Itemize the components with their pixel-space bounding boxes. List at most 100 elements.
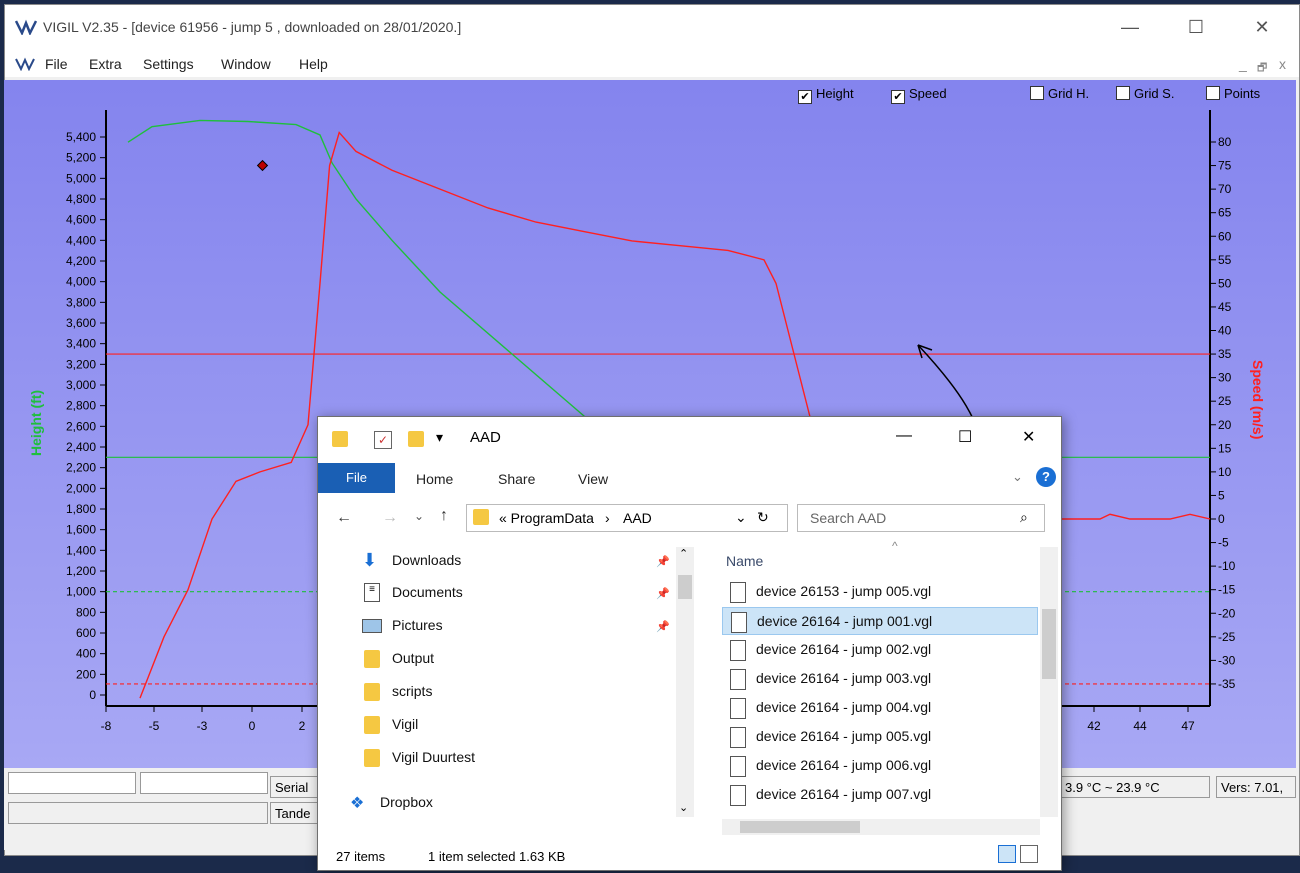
scroll-up-icon[interactable]: ⌃ [679, 547, 688, 560]
speed-tick-label: 20 [1218, 418, 1232, 432]
file-icon [730, 698, 746, 719]
speed-tick-label: 70 [1218, 182, 1232, 196]
tab-view[interactable]: View [578, 471, 608, 487]
back-arrow-icon[interactable]: ← [336, 509, 352, 527]
forward-arrow-icon[interactable]: → [382, 509, 398, 527]
nav-scroll-thumb[interactable] [678, 575, 692, 599]
file-icon [730, 756, 746, 777]
nav-pictures[interactable]: Pictures [392, 617, 443, 633]
file-row[interactable]: device 26164 - jump 004.vgl [722, 694, 1038, 722]
refresh-icon[interactable]: ↻ [757, 509, 769, 526]
vigil-duurtest-folder-icon [364, 749, 380, 767]
pin-icon[interactable]: 📌 [656, 620, 670, 633]
speed-tick-label: -20 [1218, 606, 1236, 620]
up-arrow-icon[interactable]: ↑ [440, 507, 448, 525]
search-box[interactable]: Search AAD ⌕ [797, 504, 1045, 532]
h-scroll-thumb[interactable] [740, 821, 860, 833]
nav-vigil[interactable]: Vigil [392, 716, 418, 732]
ribbon-expand-icon[interactable]: ⌄ [1012, 469, 1023, 485]
help-icon[interactable]: ? [1036, 467, 1056, 487]
height-tick-label: 5,400 [66, 130, 96, 144]
details-view-icon[interactable] [998, 845, 1016, 863]
nav-dropbox[interactable]: Dropbox [380, 794, 433, 810]
address-folder-icon [473, 509, 489, 525]
file-row[interactable]: device 26164 - jump 006.vgl [722, 752, 1038, 780]
item-count: 27 items [336, 849, 386, 864]
breadcrumb-aad[interactable]: AAD [623, 510, 652, 526]
height-tick-label: 4,200 [66, 254, 96, 268]
vigil-folder-icon [364, 716, 380, 734]
file-name: device 26153 - jump 005.vgl [756, 583, 932, 599]
file-row[interactable]: device 26164 - jump 002.vgl [722, 636, 1038, 664]
tande-label: Tande [270, 802, 320, 824]
height-tick-label: 4,800 [66, 192, 96, 206]
breadcrumb-programdata[interactable]: « ProgramData [499, 510, 594, 526]
breadcrumb-separator-icon: › [605, 510, 610, 526]
x-tick-label: 42 [1087, 719, 1101, 733]
speed-tick-label: 0 [1218, 512, 1225, 526]
explorer-window: ✓ ▾ AAD — ☐ ✕ File Home Share View ⌄ ? ←… [317, 416, 1062, 871]
tab-share[interactable]: Share [498, 471, 535, 487]
speed-axis-label: Speed (m/s) [1250, 360, 1266, 440]
file-row[interactable]: device 26164 - jump 005.vgl [722, 723, 1038, 751]
height-tick-label: 1,800 [66, 502, 96, 516]
file-row[interactable]: device 26164 - jump 007.vgl [722, 781, 1038, 809]
scroll-down-icon[interactable]: ⌄ [679, 801, 688, 814]
height-tick-label: 1,000 [66, 585, 96, 599]
speed-tick-label: -15 [1218, 583, 1236, 597]
height-tick-label: 600 [76, 626, 96, 640]
nav-scrollbar[interactable]: ⌃ ⌄ [676, 547, 694, 817]
properties-icon[interactable]: ✓ [374, 431, 392, 449]
pin-icon[interactable]: 📌 [656, 555, 670, 568]
search-icon[interactable]: ⌕ [1020, 509, 1028, 526]
name-column-header[interactable]: Name [726, 553, 763, 569]
large-icons-view-icon[interactable] [1020, 845, 1038, 863]
speed-tick-label: -10 [1218, 559, 1236, 573]
address-dropdown-icon[interactable]: ⌄ [735, 509, 747, 526]
pin-icon[interactable]: 📌 [656, 587, 670, 600]
dropbox-icon: ❖ [350, 795, 365, 812]
search-input[interactable]: Search AAD [810, 510, 886, 526]
explorer-minimize-button[interactable]: — [896, 427, 912, 445]
nav-vigil-duurtest[interactable]: Vigil Duurtest [392, 749, 475, 765]
file-name: device 26164 - jump 006.vgl [756, 757, 932, 773]
speed-tick-label: 55 [1218, 253, 1232, 267]
file-scrollbar[interactable] [1040, 547, 1058, 817]
serial-label: Serial [270, 776, 320, 798]
horizontal-scrollbar[interactable] [722, 819, 1040, 835]
x-tick-label: -5 [149, 719, 160, 733]
version-readout: Vers: 7.01, [1216, 776, 1296, 798]
speed-tick-label: -35 [1218, 677, 1236, 691]
tab-home[interactable]: Home [416, 471, 453, 487]
file-row[interactable]: device 26164 - jump 001.vgl [722, 607, 1038, 635]
height-tick-label: 1,400 [66, 543, 96, 557]
ribbon: File Home Share View ⌄ ? [318, 463, 1061, 493]
recent-dropdown-icon[interactable]: ⌄ [414, 509, 424, 523]
quick-access-dropdown-icon[interactable]: ▾ [436, 429, 443, 446]
nav-output[interactable]: Output [392, 650, 434, 666]
height-tick-label: 2,600 [66, 419, 96, 433]
file-icon [731, 612, 747, 633]
height-tick-label: 3,000 [66, 378, 96, 392]
nav-downloads[interactable]: Downloads [392, 552, 461, 568]
nav-documents[interactable]: Documents [392, 584, 463, 600]
file-row[interactable]: device 26153 - jump 005.vgl [722, 578, 1038, 606]
new-folder-icon[interactable] [408, 431, 424, 447]
address-bar[interactable]: « ProgramData › AAD ⌄ ↻ [466, 504, 788, 532]
height-tick-label: 3,600 [66, 316, 96, 330]
explorer-close-button[interactable]: ✕ [1022, 427, 1035, 447]
speed-tick-label: 80 [1218, 135, 1232, 149]
file-row[interactable]: device 26164 - jump 003.vgl [722, 665, 1038, 693]
file-tab[interactable]: File [318, 463, 395, 493]
speed-tick-label: 75 [1218, 159, 1232, 173]
height-tick-label: 5,000 [66, 171, 96, 185]
height-tick-label: 2,200 [66, 461, 96, 475]
file-scroll-thumb[interactable] [1042, 609, 1056, 679]
cursor-marker[interactable] [256, 159, 269, 172]
downloads-icon: ⬇ [362, 550, 378, 570]
height-tick-label: 3,400 [66, 337, 96, 351]
file-name: device 26164 - jump 004.vgl [756, 699, 932, 715]
temperature-readout: 3.9 °C ~ 23.9 °C [1060, 776, 1210, 798]
explorer-maximize-button[interactable]: ☐ [958, 427, 972, 447]
nav-scripts[interactable]: scripts [392, 683, 432, 699]
